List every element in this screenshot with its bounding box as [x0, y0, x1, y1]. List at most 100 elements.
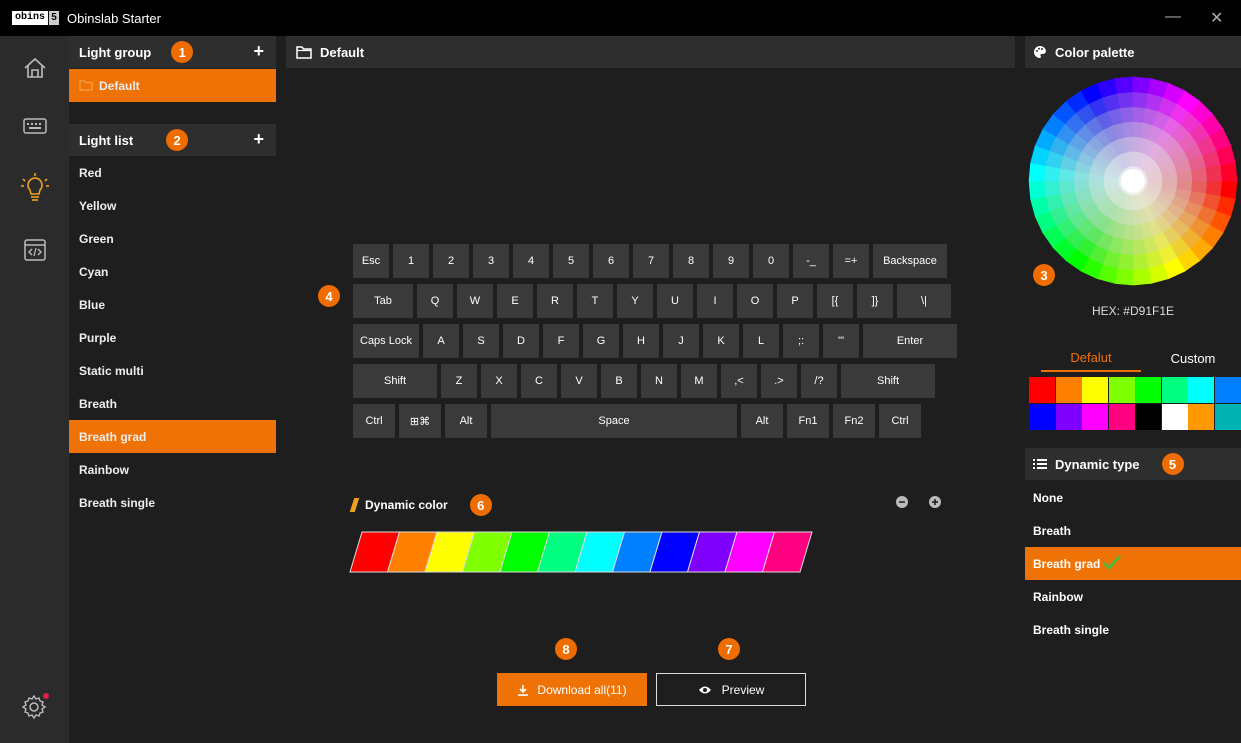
key[interactable]: 0: [753, 244, 789, 278]
tab-custom[interactable]: Custom: [1143, 344, 1241, 372]
key[interactable]: S: [463, 324, 499, 358]
key[interactable]: =+: [833, 244, 869, 278]
color-swatch[interactable]: [1029, 377, 1055, 403]
key[interactable]: R: [537, 284, 573, 318]
color-swatch[interactable]: [1161, 377, 1188, 403]
key[interactable]: X: [481, 364, 517, 398]
key[interactable]: 6: [593, 244, 629, 278]
light-list-item[interactable]: Breath grad: [69, 420, 276, 453]
preview-button[interactable]: Preview: [656, 673, 806, 706]
nav-lighting[interactable]: [0, 168, 69, 208]
wheel-cell[interactable]: [1132, 76, 1152, 94]
key[interactable]: 3: [473, 244, 509, 278]
key[interactable]: F: [543, 324, 579, 358]
key[interactable]: C: [521, 364, 557, 398]
key[interactable]: G: [583, 324, 619, 358]
key[interactable]: Alt: [445, 404, 487, 438]
key[interactable]: Tab: [353, 284, 413, 318]
key[interactable]: H: [623, 324, 659, 358]
wheel-cell[interactable]: [1028, 180, 1046, 200]
light-list-item[interactable]: Breath: [69, 387, 276, 420]
color-swatch[interactable]: [1188, 377, 1214, 403]
key[interactable]: [{: [817, 284, 853, 318]
color-swatch[interactable]: [1108, 377, 1135, 403]
key[interactable]: Alt: [741, 404, 783, 438]
key[interactable]: W: [457, 284, 493, 318]
color-swatch[interactable]: [1082, 403, 1108, 430]
light-list-item[interactable]: Blue: [69, 288, 276, 321]
key[interactable]: ,<: [721, 364, 757, 398]
key[interactable]: ⊞⌘: [399, 404, 441, 438]
key[interactable]: Caps Lock: [353, 324, 419, 358]
wheel-cell[interactable]: [1119, 106, 1134, 123]
wheel-cell[interactable]: [1028, 162, 1046, 182]
light-list-item[interactable]: Purple: [69, 321, 276, 354]
dynamic-type-item[interactable]: Breath grad: [1025, 547, 1241, 580]
key[interactable]: J: [663, 324, 699, 358]
color-swatch[interactable]: [1214, 403, 1241, 430]
key[interactable]: 9: [713, 244, 749, 278]
key[interactable]: 2: [433, 244, 469, 278]
tab-default[interactable]: Defalut: [1041, 344, 1141, 372]
color-swatch[interactable]: [1214, 377, 1241, 403]
minimize-button[interactable]: —: [1165, 8, 1181, 26]
key[interactable]: D: [503, 324, 539, 358]
light-list-item[interactable]: Green: [69, 222, 276, 255]
dynamic-color-strip[interactable]: [348, 530, 818, 574]
download-all-button[interactable]: Download all(11): [497, 673, 647, 706]
wheel-cell[interactable]: [1220, 180, 1238, 200]
wheel-cell[interactable]: [1043, 180, 1061, 197]
key[interactable]: Q: [417, 284, 453, 318]
light-list-item[interactable]: Static multi: [69, 354, 276, 387]
key[interactable]: 8: [673, 244, 709, 278]
color-swatch[interactable]: [1055, 377, 1082, 403]
color-swatch[interactable]: [1135, 403, 1161, 430]
key[interactable]: L: [743, 324, 779, 358]
color-wheel[interactable]: [1027, 75, 1239, 287]
nav-macro[interactable]: [0, 230, 69, 270]
key[interactable]: V: [561, 364, 597, 398]
key[interactable]: Esc: [353, 244, 389, 278]
key[interactable]: I: [697, 284, 733, 318]
close-button[interactable]: ✕: [1210, 8, 1223, 28]
wheel-cell[interactable]: [1220, 162, 1238, 182]
color-swatch[interactable]: [1135, 377, 1161, 403]
light-list-item[interactable]: Cyan: [69, 255, 276, 288]
key[interactable]: Ctrl: [353, 404, 395, 438]
color-swatch[interactable]: [1055, 403, 1082, 430]
dynamic-type-item[interactable]: Breath single: [1025, 613, 1241, 646]
key[interactable]: 4: [513, 244, 549, 278]
key[interactable]: '": [823, 324, 859, 358]
key[interactable]: T: [577, 284, 613, 318]
color-swatch[interactable]: [1188, 403, 1214, 430]
dynamic-type-item[interactable]: None: [1025, 481, 1241, 514]
key[interactable]: N: [641, 364, 677, 398]
wheel-cell[interactable]: [1132, 268, 1152, 286]
key[interactable]: \|: [897, 284, 951, 318]
key[interactable]: ]}: [857, 284, 893, 318]
key[interactable]: Space: [491, 404, 737, 438]
wheel-cell[interactable]: [1117, 91, 1134, 109]
key[interactable]: Fn2: [833, 404, 875, 438]
light-list-item[interactable]: Rainbow: [69, 453, 276, 486]
key[interactable]: Fn1: [787, 404, 829, 438]
light-group-item[interactable]: Default: [69, 69, 276, 102]
key[interactable]: M: [681, 364, 717, 398]
key[interactable]: Shift: [841, 364, 935, 398]
light-list-item[interactable]: Breath single: [69, 486, 276, 519]
key[interactable]: -_: [793, 244, 829, 278]
wheel-cell[interactable]: [1191, 167, 1208, 182]
wheel-cell[interactable]: [1132, 239, 1147, 256]
wheel-cell[interactable]: [1114, 76, 1134, 94]
key[interactable]: B: [601, 364, 637, 398]
key[interactable]: /?: [801, 364, 837, 398]
nav-keyboard[interactable]: [0, 106, 69, 146]
key[interactable]: 5: [553, 244, 589, 278]
key[interactable]: 7: [633, 244, 669, 278]
color-swatch[interactable]: [1029, 403, 1055, 430]
add-light-button[interactable]: +: [253, 129, 264, 150]
dynamic-type-item[interactable]: Rainbow: [1025, 580, 1241, 613]
wheel-cell[interactable]: [1114, 268, 1134, 286]
wheel-cell[interactable]: [1205, 165, 1223, 182]
wheel-selector-handle[interactable]: [1121, 169, 1145, 193]
